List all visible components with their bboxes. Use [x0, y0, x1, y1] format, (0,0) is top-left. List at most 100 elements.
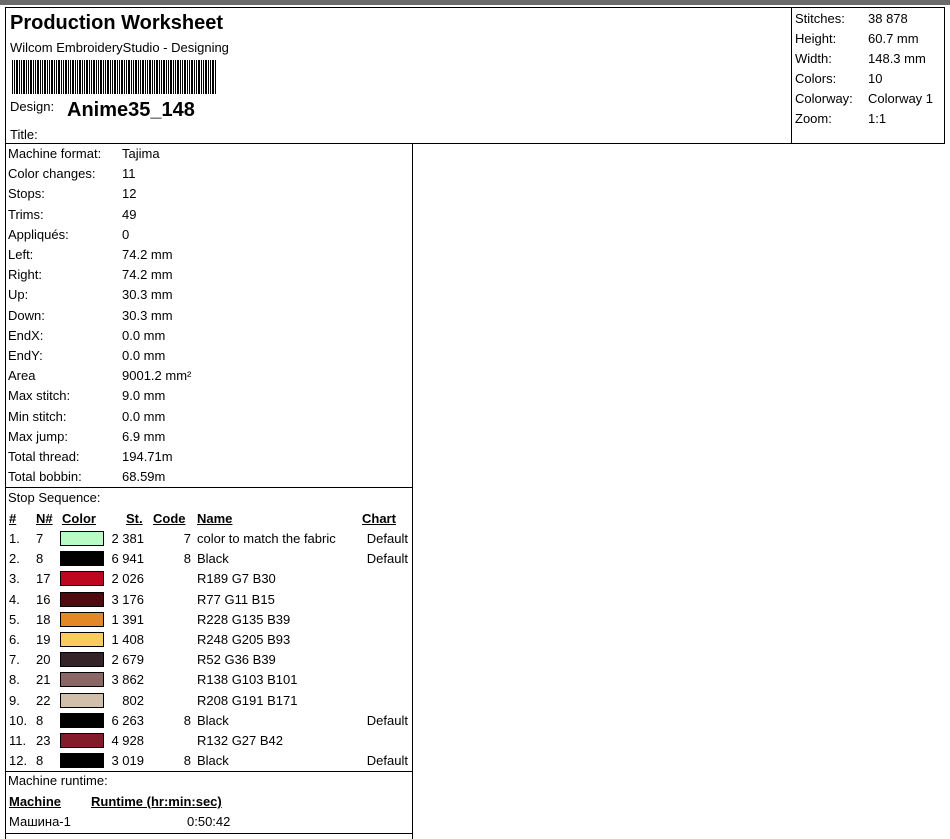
- row-stitches: 4 928: [111, 733, 144, 748]
- col-header-chart: Chart: [362, 511, 396, 526]
- row-name: R189 G7 B30: [197, 571, 276, 587]
- info-label: Appliqués:: [8, 226, 69, 242]
- runtime-label: Machine runtime:: [8, 773, 108, 788]
- row-needle: 18: [36, 611, 51, 627]
- top-border-gap: [0, 5, 950, 6]
- col-header-name: Name: [197, 511, 233, 526]
- row-chart: Default: [366, 712, 408, 728]
- info-label: EndY:: [8, 348, 43, 363]
- row-name: R132 G27 B42: [197, 733, 284, 748]
- info-value: 49: [122, 206, 137, 222]
- row-name: R77 G11 B15: [197, 591, 275, 607]
- row-needle: 8: [36, 712, 44, 728]
- info-label: EndX:: [8, 327, 44, 343]
- col-header-color: Color: [62, 511, 96, 526]
- color-swatch: [60, 591, 104, 607]
- info-label: Stops:: [8, 186, 45, 202]
- row-num: 1.: [9, 531, 20, 546]
- row-code: 8: [183, 753, 191, 769]
- color-swatch: [60, 753, 104, 769]
- row-num: 3.: [9, 571, 20, 587]
- stat-row: Colors: 10: [795, 71, 945, 91]
- color-swatch: [60, 531, 104, 546]
- stop-sequence-label: Stop Sequence:: [8, 490, 101, 505]
- row-num: 7.: [9, 652, 20, 668]
- row-num: 8.: [9, 672, 20, 688]
- row-needle: 7: [36, 531, 44, 546]
- info-value: 30.3 mm: [122, 307, 173, 323]
- info-value: 0: [122, 226, 130, 242]
- row-code: 8: [183, 712, 191, 728]
- design-name: Anime35_148: [67, 99, 195, 121]
- row-needle: 16: [36, 591, 51, 607]
- row-needle: 19: [36, 632, 51, 647]
- table-row: 2. 8 6 941 8 Black Default: [6, 551, 412, 571]
- col-header-num: #: [9, 511, 17, 526]
- row-needle: 8: [36, 753, 44, 769]
- color-swatch: [60, 632, 104, 647]
- row-name: Black: [197, 712, 229, 728]
- divider: [6, 833, 412, 834]
- stat-label: Stitches:: [795, 11, 845, 26]
- info-label: Area: [8, 368, 36, 384]
- row-name: R208 G191 B171: [197, 692, 298, 708]
- table-row: 6. 19 1 408 R248 G205 B93: [6, 632, 412, 652]
- info-value: Tajima: [122, 146, 160, 161]
- table-row: 4. 16 3 176 R77 G11 B15: [6, 591, 412, 612]
- info-value: 68.59m: [122, 469, 166, 485]
- stat-row: Stitches: 38 878: [795, 11, 945, 31]
- row-needle: 8: [36, 551, 44, 567]
- row-code: 7: [183, 531, 191, 546]
- row-needle: 23: [36, 733, 51, 748]
- stat-label: Width:: [795, 51, 832, 66]
- info-label: Max jump:: [8, 428, 68, 444]
- row-stitches: 6 941: [111, 551, 144, 567]
- barcode-icon: [12, 60, 216, 94]
- row-stitches: 2 381: [111, 531, 144, 546]
- info-value: 30.3 mm: [122, 287, 173, 303]
- row-num: 9.: [9, 692, 20, 708]
- info-value: 12: [122, 186, 137, 202]
- color-swatch: [60, 611, 104, 627]
- stat-label: Height:: [795, 31, 837, 46]
- row-num: 12.: [9, 753, 28, 769]
- row-name: R228 G135 B39: [197, 611, 291, 627]
- table-row: 3. 17 2 026 R189 G7 B30: [6, 571, 412, 591]
- stat-label: Colors:: [795, 71, 837, 86]
- info-label: Machine format:: [8, 146, 102, 161]
- row-stitches: 6 263: [111, 712, 144, 728]
- col-header-stitches: St.: [126, 511, 143, 526]
- table-row: 10. 8 6 263 8 Black Default: [6, 712, 412, 733]
- info-value: 11: [122, 166, 136, 182]
- row-num: 4.: [9, 591, 20, 607]
- row-chart: Default: [366, 753, 408, 769]
- col-header-runtime: Runtime (hr:min:sec): [91, 794, 222, 809]
- info-label: Down:: [8, 307, 45, 323]
- title-label: Title:: [10, 127, 38, 142]
- stat-row: Height: 60.7 mm: [795, 31, 945, 51]
- row-name: Black: [197, 753, 229, 769]
- row-stitches: 1 408: [111, 632, 144, 647]
- info-value: 9001.2 mm²: [122, 368, 192, 384]
- info-value: 74.2 mm: [122, 247, 173, 262]
- table-row: 1. 7 2 381 7 color to match the fabric Defaul…: [6, 531, 412, 551]
- color-swatch: [60, 733, 104, 748]
- table-row: 7. 20 2 679 R52 G36 B39: [6, 652, 412, 672]
- color-swatch: [60, 712, 104, 728]
- row-needle: 20: [36, 652, 51, 668]
- row-chart: Default: [366, 551, 408, 567]
- stat-value: 10: [868, 71, 883, 86]
- machine-name: Машина-1: [9, 814, 71, 829]
- info-value: 0.0 mm: [122, 327, 166, 343]
- machine-runtime: 0:50:42: [187, 814, 231, 829]
- table-row: 11. 23 4 928 R132 G27 B42: [6, 733, 412, 753]
- stat-value: Colorway 1: [868, 91, 934, 106]
- row-name: color to match the fabric: [197, 531, 336, 546]
- col-header-needle: N#: [36, 511, 53, 526]
- details-panel: Machine format: Tajima Color changes: 11 Sto…: [5, 144, 413, 839]
- page-title: Production Worksheet: [10, 12, 223, 34]
- stat-label: Zoom:: [795, 111, 832, 126]
- stat-value: 1:1: [868, 111, 887, 126]
- row-stitches: 3 019: [111, 753, 144, 769]
- row-stitches: 2 679: [111, 652, 144, 668]
